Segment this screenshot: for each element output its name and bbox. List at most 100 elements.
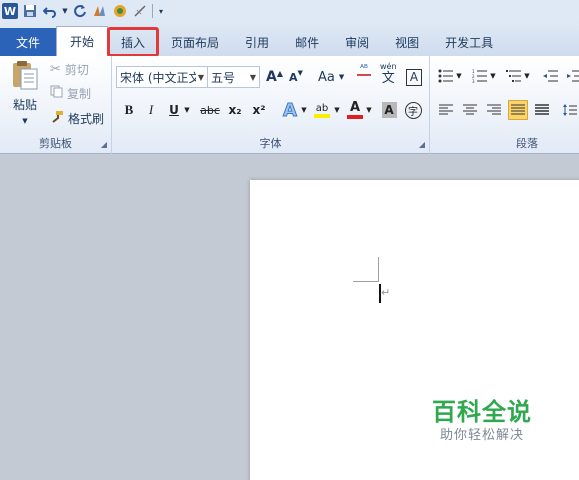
font-color-button[interactable]: A — [345, 99, 365, 121]
tab-mailings[interactable]: 邮件 — [282, 28, 332, 56]
align-left-button[interactable] — [436, 100, 456, 120]
character-shading-label: A — [381, 102, 397, 118]
text-effects-button[interactable]: A — [280, 99, 300, 121]
shrink-font-icon: ▼ — [297, 69, 303, 77]
phonetic-guide-button[interactable]: wén 文 — [380, 62, 397, 90]
redo-icon[interactable] — [72, 3, 88, 19]
font-name-select[interactable]: 宋体 (中文正文 ▼ — [116, 66, 208, 88]
font-color-dropdown-icon[interactable]: ▼ — [365, 99, 373, 121]
tab-references[interactable]: 引用 — [232, 28, 282, 56]
numbering-button[interactable]: 123 — [470, 66, 490, 86]
font-group-label: 字体 — [259, 137, 282, 150]
grow-font-label: A — [266, 69, 277, 85]
change-case-dropdown-icon: ▼ — [338, 73, 345, 81]
multilevel-list-dropdown-icon[interactable]: ▼ — [523, 66, 531, 86]
brush-icon — [50, 110, 64, 127]
qat-separator — [152, 4, 153, 18]
cut-button[interactable]: ✂ 剪切 — [50, 58, 89, 80]
highlight-button[interactable]: ab — [311, 99, 333, 121]
font-size-select[interactable]: 五号 ▼ — [207, 66, 260, 88]
word-app-icon[interactable]: W — [2, 3, 18, 19]
font-size-value: 五号 — [211, 70, 236, 85]
tab-home[interactable]: 开始 — [56, 26, 109, 56]
format-painter-button[interactable]: 格式刷 — [50, 107, 104, 129]
increase-indent-button[interactable] — [564, 66, 579, 86]
highlight-dropdown-icon[interactable]: ▼ — [333, 99, 341, 121]
align-right-button[interactable] — [484, 100, 504, 120]
phonetic-guide-char: 文 — [381, 71, 395, 86]
clear-icon[interactable] — [132, 3, 148, 19]
highlight-color-bar — [314, 113, 330, 118]
color-icon[interactable] — [112, 3, 128, 19]
paste-button[interactable]: 粘贴 ▼ — [6, 59, 44, 125]
watermark-subtitle: 助你轻松解决 — [439, 428, 524, 443]
justify-button[interactable] — [508, 100, 528, 120]
quick-access-toolbar: W ▼ ▾ — [0, 0, 579, 22]
line-spacing-button[interactable] — [560, 100, 579, 120]
tab-developer[interactable]: 开发工具 — [432, 28, 506, 56]
watermark-title: 百科全说 — [432, 398, 532, 426]
font-color-label: A — [349, 100, 361, 115]
numbering-dropdown-icon[interactable]: ▼ — [489, 66, 497, 86]
tab-file[interactable]: 文件 — [0, 28, 56, 56]
paragraph-group: ▼ 123 ▼ ▼ 段落 — [430, 56, 579, 154]
change-case-button[interactable]: Aa ▼ — [318, 66, 344, 88]
paste-dropdown-icon[interactable]: ▼ — [22, 117, 27, 125]
cut-label: 剪切 — [64, 62, 89, 77]
save-icon[interactable] — [22, 3, 38, 19]
svg-text:3: 3 — [472, 79, 475, 83]
character-border-icon: A — [406, 68, 422, 86]
multilevel-list-button[interactable] — [504, 66, 524, 86]
paste-label: 粘贴 — [12, 98, 37, 112]
phonetic-guide-pinyin: wén — [380, 62, 397, 71]
bullets-button[interactable] — [436, 66, 456, 86]
margin-corner-mark-horizontal — [353, 281, 379, 282]
enclose-characters-label: 字 — [404, 101, 422, 119]
paste-icon — [11, 59, 39, 94]
tab-review[interactable]: 审阅 — [332, 28, 382, 56]
clear-formatting-button[interactable]: ᴬᴮ — [357, 64, 371, 90]
font-size-dropdown-icon: ▼ — [249, 72, 256, 82]
clipboard-launcher-icon[interactable]: ◢ — [101, 140, 107, 149]
italic-button[interactable]: I — [142, 99, 160, 121]
underline-button[interactable]: U — [166, 99, 182, 121]
highlight-label: ab — [315, 102, 329, 114]
format-painter-icon[interactable] — [92, 3, 108, 19]
distributed-button[interactable] — [532, 100, 552, 120]
format-painter-label: 格式刷 — [68, 111, 105, 126]
subscript-button[interactable]: x₂ — [225, 99, 245, 121]
font-name-value: 宋体 (中文正文 — [120, 70, 196, 85]
undo-dropdown-icon[interactable]: ▼ — [62, 3, 68, 19]
bold-button[interactable]: B — [120, 99, 138, 121]
text-effects-dropdown-icon[interactable]: ▼ — [300, 99, 308, 121]
scissors-icon: ✂ — [50, 61, 61, 77]
customize-icon[interactable]: ▾ — [157, 3, 165, 19]
shrink-font-button[interactable]: A ▼ — [289, 66, 303, 88]
character-shading-button[interactable]: A — [380, 99, 398, 121]
underline-dropdown-icon[interactable]: ▼ — [183, 99, 191, 121]
strikethrough-button[interactable]: abc — [198, 99, 222, 121]
character-border-button[interactable]: A — [406, 66, 422, 88]
decrease-indent-button[interactable] — [540, 66, 560, 86]
align-center-button[interactable] — [460, 100, 480, 120]
tab-insert[interactable]: 插入 — [107, 27, 160, 57]
paragraph-group-label: 段落 — [516, 137, 538, 150]
enclose-characters-button[interactable]: 字 — [403, 99, 423, 121]
font-launcher-icon[interactable]: ◢ — [419, 140, 425, 149]
bullets-dropdown-icon[interactable]: ▼ — [455, 66, 463, 86]
undo-icon[interactable] — [42, 3, 58, 19]
superscript-button[interactable]: x² — [249, 99, 269, 121]
clipboard-group-label: 剪贴板 — [39, 137, 72, 150]
ribbon: 粘贴 ▼ ✂ 剪切 复制 格式刷 剪贴板 ◢ 宋体 (中文正文 ▼ 五号 ▼ A… — [0, 56, 579, 154]
change-case-label: Aa — [318, 69, 335, 85]
tab-page-layout[interactable]: 页面布局 — [158, 28, 232, 56]
grow-font-icon: ▲ — [276, 68, 283, 78]
copy-button[interactable]: 复制 — [50, 82, 91, 104]
grow-font-button[interactable]: A ▲ — [266, 66, 283, 88]
copy-icon — [50, 85, 63, 101]
font-group: 宋体 (中文正文 ▼ 五号 ▼ A ▲ A ▼ Aa ▼ ᴬᴮ wén 文 A B I… — [112, 56, 430, 154]
tab-view[interactable]: 视图 — [382, 28, 432, 56]
margin-corner-mark-vertical — [378, 257, 379, 282]
shrink-font-label: A — [289, 70, 298, 84]
watermark: 百科全说 助你轻松解决 — [426, 398, 538, 446]
